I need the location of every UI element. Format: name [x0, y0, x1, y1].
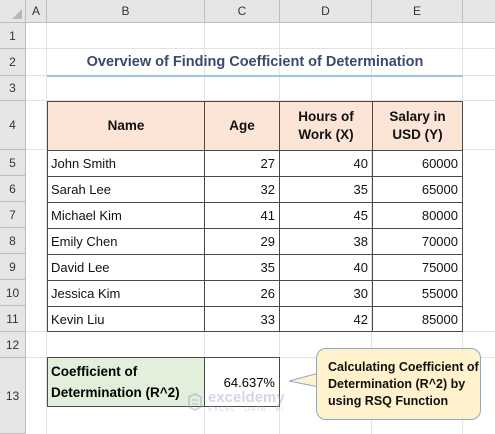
exceldemy-logo-icon: [188, 393, 202, 411]
column-header-f[interactable]: [463, 0, 495, 23]
cell-age[interactable]: 41: [204, 202, 280, 229]
select-all-corner[interactable]: [0, 0, 26, 23]
spreadsheet-grid[interactable]: A B C D E 1 2 3 4 5 6 7 8 9 10 11 12 13 …: [0, 0, 495, 434]
callout-pointer: [289, 372, 319, 388]
row-header-7[interactable]: 7: [0, 202, 26, 228]
header-hours[interactable]: Hours of Work (X): [279, 101, 373, 151]
cell-name[interactable]: Sarah Lee: [47, 176, 205, 203]
title-underline: [47, 75, 463, 77]
row-header-13[interactable]: 13: [0, 358, 26, 434]
cell-hours[interactable]: 40: [279, 150, 373, 177]
cell-age[interactable]: 26: [204, 280, 280, 307]
cell-salary[interactable]: 65000: [372, 176, 463, 203]
sheet-title[interactable]: Overview of Finding Coefficient of Deter…: [47, 47, 463, 77]
cell-age[interactable]: 27: [204, 150, 280, 177]
cell-name[interactable]: Jessica Kim: [47, 280, 205, 307]
cell-salary[interactable]: 70000: [372, 228, 463, 255]
header-age[interactable]: Age: [204, 101, 280, 151]
cell-hours[interactable]: 45: [279, 202, 373, 229]
watermark-tagline: EXCEL · DATA · BI: [208, 406, 284, 413]
cell-salary[interactable]: 75000: [372, 254, 463, 281]
cell-hours[interactable]: 35: [279, 176, 373, 203]
cell-age[interactable]: 33: [204, 306, 280, 332]
column-header-b[interactable]: B: [47, 0, 205, 23]
row-header-5[interactable]: 5: [0, 150, 26, 176]
coefficient-label-text: Coefficient of Determination (R^2): [51, 364, 180, 400]
cell-age[interactable]: 29: [204, 228, 280, 255]
column-header-c[interactable]: C: [205, 0, 280, 23]
callout-note[interactable]: Calculating Coefficient of Determination…: [316, 348, 481, 420]
row-header-8[interactable]: 8: [0, 228, 26, 254]
cell-salary[interactable]: 85000: [372, 306, 463, 332]
cell-salary[interactable]: 80000: [372, 202, 463, 229]
cell-hours[interactable]: 38: [279, 228, 373, 255]
cell-name[interactable]: John Smith: [47, 150, 205, 177]
header-salary[interactable]: Salary in USD (Y): [372, 101, 463, 151]
cell-name[interactable]: David Lee: [47, 254, 205, 281]
cell-hours[interactable]: 42: [279, 306, 373, 332]
select-all-triangle-icon: [12, 9, 22, 19]
exceldemy-watermark: exceldemy EXCEL · DATA · BI: [186, 390, 285, 414]
coefficient-label[interactable]: Coefficient of Determination (R^2): [47, 357, 205, 407]
watermark-name: exceldemy: [208, 389, 285, 406]
row-header-3[interactable]: 3: [0, 76, 26, 101]
row-header-12[interactable]: 12: [0, 332, 26, 358]
row-header-2[interactable]: 2: [0, 49, 26, 76]
cell-age[interactable]: 35: [204, 254, 280, 281]
column-header-d[interactable]: D: [280, 0, 372, 23]
cell-name[interactable]: Michael Kim: [47, 202, 205, 229]
row-header-4[interactable]: 4: [0, 101, 26, 150]
cell-salary[interactable]: 60000: [372, 150, 463, 177]
row-header-10[interactable]: 10: [0, 280, 26, 306]
cell-hours[interactable]: 40: [279, 254, 373, 281]
cell-name[interactable]: Emily Chen: [47, 228, 205, 255]
column-header-a[interactable]: A: [26, 0, 47, 23]
row-header-1[interactable]: 1: [0, 23, 26, 49]
callout-text: Calculating Coefficient of Determination…: [328, 359, 479, 408]
cell-hours[interactable]: 30: [279, 280, 373, 307]
column-header-e[interactable]: E: [372, 0, 463, 23]
row-header-11[interactable]: 11: [0, 306, 26, 332]
cell-age[interactable]: 32: [204, 176, 280, 203]
cell-name[interactable]: Kevin Liu: [47, 306, 205, 332]
row-header-6[interactable]: 6: [0, 176, 26, 202]
row-header-9[interactable]: 9: [0, 254, 26, 280]
cell-salary[interactable]: 55000: [372, 280, 463, 307]
header-name[interactable]: Name: [47, 101, 205, 151]
